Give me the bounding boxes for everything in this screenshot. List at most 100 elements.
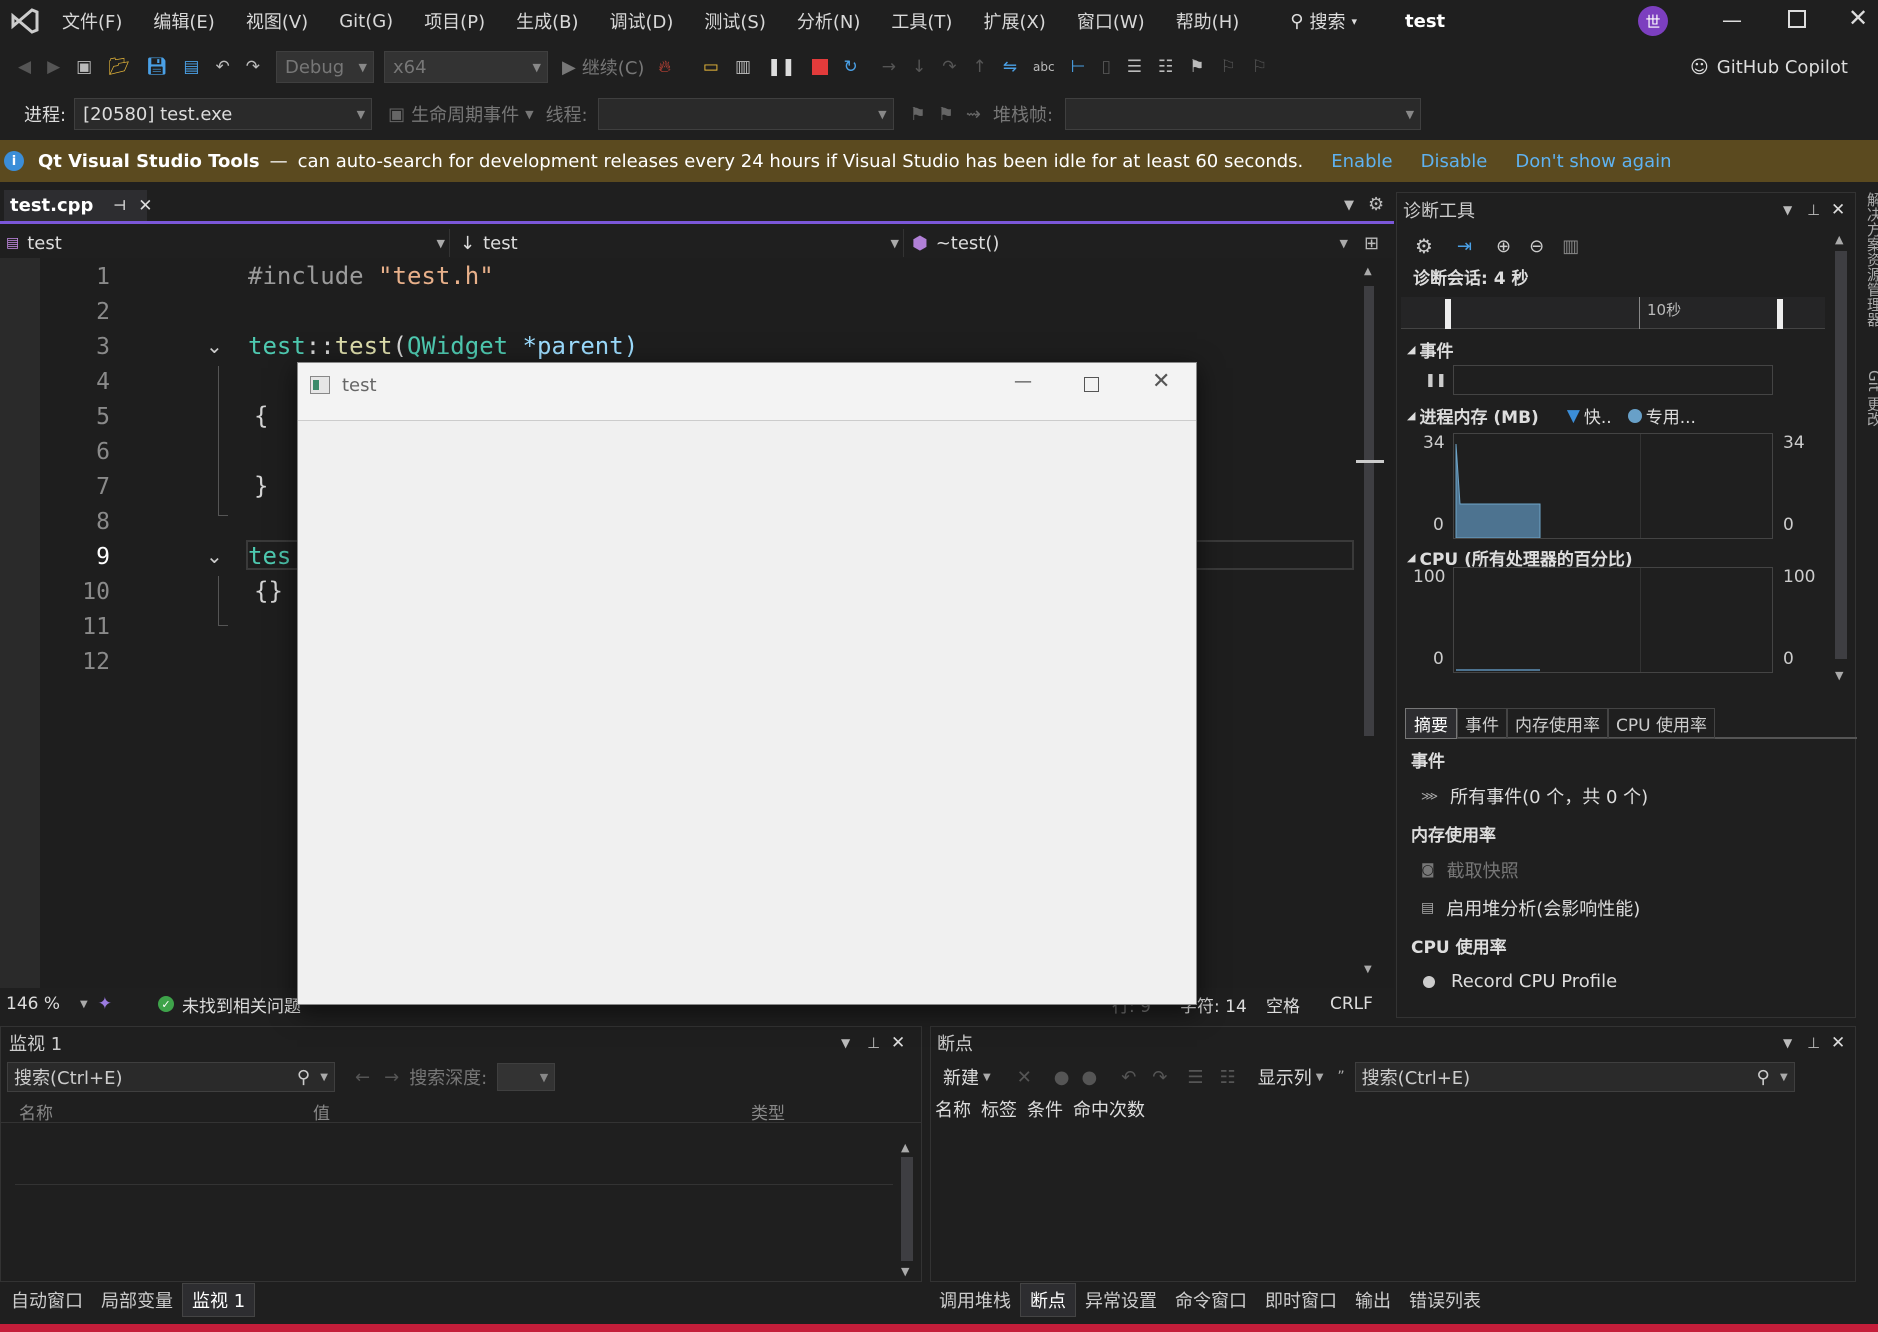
tab-command-window[interactable]: 命令窗口 bbox=[1166, 1287, 1256, 1313]
tab-call-stack[interactable]: 调用堆栈 bbox=[930, 1287, 1020, 1313]
threads-icon[interactable]: ⇋ bbox=[1003, 58, 1017, 76]
info-disable-link[interactable]: Disable bbox=[1421, 151, 1488, 172]
show-columns-button[interactable]: 显示列 bbox=[1258, 1064, 1312, 1090]
maximize-button[interactable] bbox=[1788, 10, 1806, 28]
menu-extensions[interactable]: 扩展(X) bbox=[983, 8, 1045, 34]
chevron-down-icon[interactable]: ▼ bbox=[1780, 1072, 1788, 1083]
open-folder-icon[interactable]: 📂︎ bbox=[108, 58, 130, 76]
forward-icon[interactable]: ▶ bbox=[47, 58, 60, 76]
scroll-up-icon[interactable]: ▲ bbox=[901, 1141, 909, 1154]
chevron-down-icon[interactable]: ▼ bbox=[80, 999, 88, 1010]
tab-locals[interactable]: 局部变量 bbox=[92, 1287, 182, 1313]
tab-events[interactable]: 事件 bbox=[1457, 707, 1507, 739]
scroll-down-icon[interactable]: ▼ bbox=[901, 1265, 909, 1278]
save-all-icon[interactable]: ▤ bbox=[183, 58, 199, 76]
pin-icon[interactable]: ⊥ bbox=[1807, 1034, 1820, 1052]
continue-button[interactable]: ▶ 继续(C) bbox=[562, 54, 644, 80]
stop-icon[interactable] bbox=[811, 59, 828, 75]
col-value[interactable]: 值 bbox=[313, 1099, 330, 1124]
close-icon[interactable]: ✕ bbox=[138, 196, 152, 216]
breakpoints-search-input[interactable]: 搜索(Ctrl+E) ⚲ ▼ bbox=[1354, 1062, 1795, 1092]
collapse-icon[interactable]: ⌄ bbox=[206, 334, 223, 358]
zoom-out-icon[interactable]: ⊖ bbox=[1529, 236, 1544, 257]
platform-select[interactable]: x64 ▼ bbox=[383, 51, 548, 83]
tab-summary[interactable]: 摘要 bbox=[1405, 707, 1457, 739]
lifecycle-icon[interactable]: ▣ bbox=[388, 104, 405, 125]
scroll-thumb[interactable] bbox=[1835, 251, 1847, 659]
tab-test-cpp[interactable]: test.cpp ⊣ ✕ bbox=[4, 190, 152, 224]
nav-scope-select[interactable]: ▤ test ▼ bbox=[6, 229, 450, 257]
info-dont-show-link[interactable]: Don't show again bbox=[1515, 151, 1671, 172]
side-tab-solution-explorer[interactable]: 解决方案资源管理器 bbox=[1864, 192, 1878, 327]
tab-error-list[interactable]: 错误列表 bbox=[1400, 1287, 1490, 1313]
bookmark-icon[interactable]: ⚑ bbox=[1189, 58, 1204, 76]
scroll-thumb[interactable] bbox=[901, 1157, 913, 1261]
config-select[interactable]: Debug ▼ bbox=[275, 51, 374, 83]
layout-icon[interactable]: ▥ bbox=[735, 58, 751, 76]
watch-scrollbar[interactable]: ▲ ▼ bbox=[899, 1141, 915, 1279]
chevron-down-icon[interactable]: ▼ bbox=[1344, 198, 1354, 213]
menu-git[interactable]: Git(G) bbox=[339, 11, 393, 32]
gear-icon[interactable]: ⚙ bbox=[1415, 234, 1433, 258]
col-name[interactable]: 名称 bbox=[19, 1099, 53, 1124]
back-icon[interactable]: ◀ bbox=[18, 58, 31, 76]
col-type[interactable]: 类型 bbox=[751, 1099, 785, 1124]
breakpoint-list-icon[interactable]: ⊢ bbox=[1071, 58, 1086, 76]
export-icon[interactable]: ⇥ bbox=[1457, 236, 1472, 257]
vertical-scrollbar[interactable]: ▲ ▼ bbox=[1356, 266, 1384, 978]
tab-watch-1[interactable]: 监视 1 bbox=[182, 1283, 256, 1317]
indent-icon[interactable]: ☰ bbox=[1127, 58, 1142, 76]
bp-col-name[interactable]: 名称 bbox=[935, 1096, 971, 1122]
undo-icon[interactable]: ↶ bbox=[215, 58, 229, 76]
qt-title-bar[interactable]: test — ✕ bbox=[298, 363, 1196, 407]
filter-icon[interactable]: ⇝ bbox=[966, 104, 981, 125]
chevron-down-icon[interactable]: ▼ bbox=[983, 1072, 991, 1083]
nav-type-select[interactable]: ↓ test ▼ bbox=[460, 229, 904, 257]
events-section[interactable]: ◢ 事件 bbox=[1407, 337, 1453, 362]
bp-col-label[interactable]: 标签 bbox=[981, 1096, 1017, 1122]
diag-timeline[interactable]: 10秒 bbox=[1401, 297, 1825, 329]
chart-icon[interactable]: ▥ bbox=[1562, 236, 1579, 257]
folder-icon[interactable]: ▭ bbox=[703, 58, 719, 76]
timeline-start-handle[interactable] bbox=[1445, 299, 1451, 329]
menu-help[interactable]: 帮助(H) bbox=[1176, 8, 1240, 34]
flag-icon[interactable]: ⚑ bbox=[910, 104, 926, 125]
tab-exception-settings[interactable]: 异常设置 bbox=[1076, 1287, 1166, 1313]
qt-minimize-button[interactable]: — bbox=[1014, 371, 1032, 392]
step-out-icon[interactable]: ↑ bbox=[973, 58, 987, 76]
menu-window[interactable]: 窗口(W) bbox=[1077, 8, 1145, 34]
close-icon[interactable]: ✕ bbox=[1831, 1033, 1845, 1053]
spell-check-icon[interactable]: abc bbox=[1033, 61, 1055, 73]
search-box[interactable]: ⚲ 搜索 ▾ bbox=[1290, 8, 1357, 34]
zoom-level[interactable]: 146 % bbox=[6, 994, 60, 1014]
close-icon[interactable]: ✕ bbox=[891, 1033, 905, 1053]
chevron-down-icon[interactable]: ▼ bbox=[1783, 203, 1792, 217]
hot-reload-icon[interactable]: 🔥︎ bbox=[658, 58, 670, 76]
thread-select[interactable]: ▼ bbox=[597, 98, 894, 130]
arrow-left-icon[interactable]: ← bbox=[355, 1067, 370, 1088]
tab-breakpoints[interactable]: 断点 bbox=[1020, 1283, 1076, 1317]
info-enable-link[interactable]: Enable bbox=[1331, 151, 1392, 172]
menu-build[interactable]: 生成(B) bbox=[516, 8, 578, 34]
menu-debug[interactable]: 调试(D) bbox=[610, 8, 674, 34]
tab-memory-usage[interactable]: 内存使用率 bbox=[1507, 707, 1608, 739]
pin-icon[interactable]: ⊥ bbox=[1807, 201, 1820, 219]
minimize-button[interactable]: — bbox=[1722, 8, 1742, 32]
chevron-down-icon[interactable]: ▼ bbox=[320, 1072, 328, 1083]
bookmark-next-icon[interactable]: ⚐ bbox=[1252, 58, 1267, 76]
step-into-icon[interactable]: ↓ bbox=[912, 58, 926, 76]
avatar[interactable]: 世 bbox=[1638, 6, 1668, 36]
scroll-up-icon[interactable]: ▲ bbox=[1364, 266, 1372, 277]
delete-icon[interactable]: ✕ bbox=[1017, 1067, 1032, 1088]
copilot-button[interactable]: ☺ GitHub Copilot bbox=[1690, 57, 1848, 78]
tab-immediate-window[interactable]: 即时窗口 bbox=[1256, 1287, 1346, 1313]
lifecycle-events[interactable]: 生命周期事件 bbox=[411, 101, 519, 127]
bookmark-prev-icon[interactable]: ⚐ bbox=[1221, 58, 1236, 76]
record-cpu-profile-button[interactable]: Record CPU Profile bbox=[1423, 971, 1617, 992]
import-icon[interactable]: ☰ bbox=[1187, 1067, 1203, 1088]
qt-close-button[interactable]: ✕ bbox=[1152, 369, 1170, 394]
menu-test[interactable]: 测试(S) bbox=[704, 8, 765, 34]
menu-tools[interactable]: 工具(T) bbox=[891, 8, 952, 34]
stack-frame-select[interactable]: ▼ bbox=[1065, 98, 1422, 130]
tab-output[interactable]: 输出 bbox=[1346, 1287, 1400, 1313]
